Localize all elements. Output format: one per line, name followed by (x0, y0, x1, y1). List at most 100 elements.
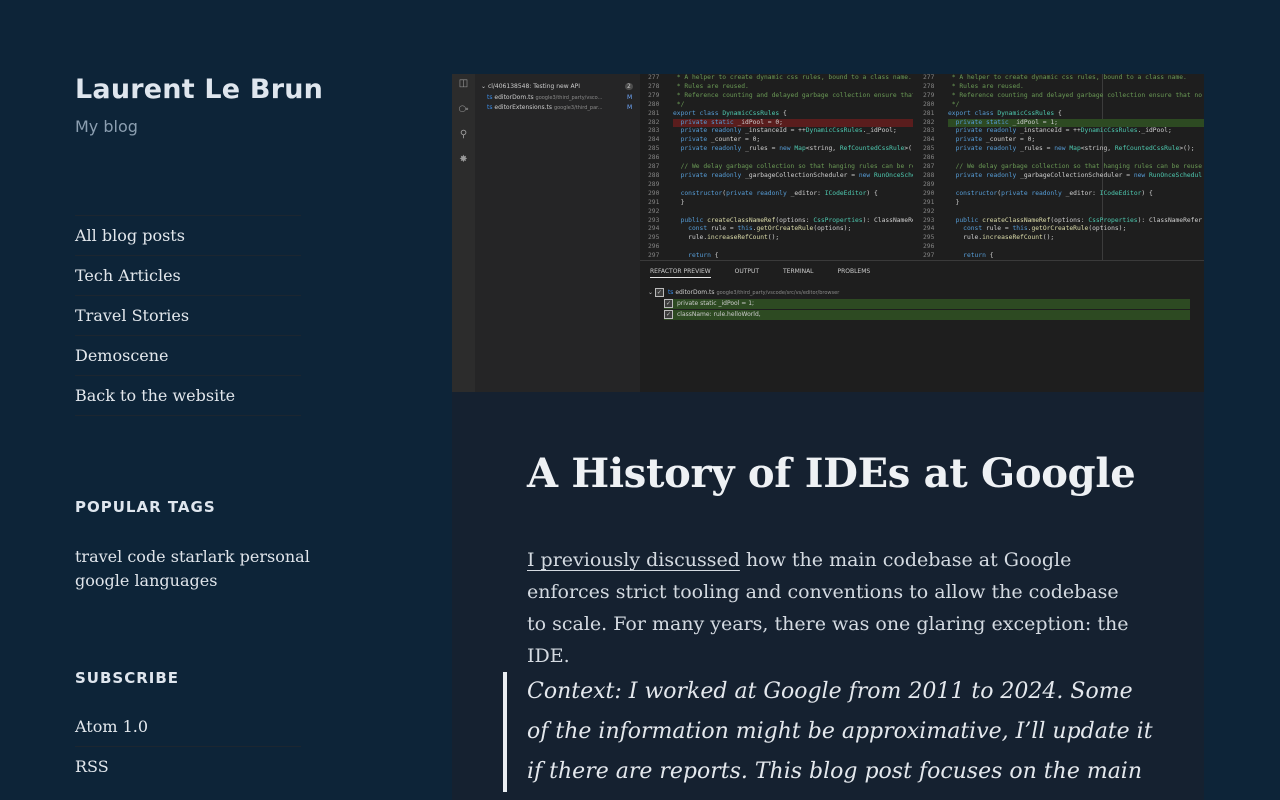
checkbox-icon[interactable]: ✓ (664, 299, 673, 308)
tag-link[interactable]: languages (134, 571, 217, 590)
nav-link-tech-articles[interactable]: Tech Articles (75, 256, 301, 296)
preview-change-row: ✓ private static _idPool = 1; (664, 299, 1190, 309)
code-line: constructor(private readonly _editor: IC… (680, 189, 878, 197)
blog-nav: All blog posts Tech Articles Travel Stor… (75, 215, 301, 416)
nav-item-all-posts: All blog posts (75, 216, 301, 256)
changed-file-row: ts editorExtensions.ts google3/third_par… (487, 104, 603, 111)
line-number: 281 (923, 109, 935, 117)
line-number: 283 (923, 127, 935, 135)
code-line: const rule = this.getOrCreateRule(option… (688, 225, 852, 233)
code-line: rule.increaseRefCount(); (948, 234, 1055, 242)
line-number: 282 (923, 118, 935, 126)
code-line: } (673, 198, 685, 206)
tab-terminal[interactable]: TERMINAL (783, 268, 814, 275)
line-number: 285 (923, 145, 935, 153)
atom-feed-link[interactable]: Atom 1.0 (75, 707, 301, 747)
code-line: private readonly _instanceId = ++Dynamic… (955, 127, 1172, 135)
line-number: 277 (648, 74, 660, 81)
code-line: private readonly _garbageCollectionSched… (680, 171, 913, 179)
line-number: 290 (923, 189, 935, 197)
preview-file-row: ⌄ ✓ ts editorDom.ts google3/third_party/v… (648, 288, 840, 297)
nav-link-demoscene[interactable]: Demoscene (75, 336, 301, 376)
code-line: export class DynamicCssRules { (948, 109, 1062, 117)
tag-link[interactable]: travel (75, 547, 122, 566)
code-line: rule.increaseRefCount(); (673, 234, 780, 242)
code-line: private readonly _garbageCollectionSched… (955, 171, 1203, 179)
explorer-icon: ◫ (458, 78, 469, 89)
line-number: 284 (923, 136, 935, 144)
line-number: 281 (648, 109, 660, 117)
checkbox-icon[interactable]: ✓ (654, 288, 664, 297)
subscribe-item-rss: RSS (75, 747, 301, 787)
left-line-numbers: 277 278 279 280 281 282 283 284 285 286 287 288 289 2… (648, 74, 659, 261)
line-number: 293 (648, 216, 660, 224)
rss-feed-link[interactable]: RSS (75, 747, 301, 787)
line-number: 288 (923, 171, 935, 179)
line-number: 296 (923, 243, 935, 251)
nav-link-all-posts[interactable]: All blog posts (75, 216, 301, 256)
preview-change-row: ✓ className: rule.helloWorld, (664, 310, 1190, 320)
code-line: * Rules are reused. (673, 82, 749, 90)
line-number: 289 (648, 180, 660, 188)
code-line: * A helper to create dynamic css rules, … (673, 74, 912, 81)
line-number: 294 (648, 225, 660, 233)
line-number: 278 (923, 82, 935, 90)
tag-link[interactable]: code (127, 547, 165, 566)
code-line: private static _idPool = 1; (948, 118, 1204, 128)
line-number: 280 (648, 100, 660, 108)
line-number: 283 (648, 127, 660, 135)
post-title: A History of IDEs at Google (527, 450, 1136, 497)
code-line: private static _idPool = 0; (673, 118, 913, 128)
nav-item-demoscene: Demoscene (75, 336, 301, 376)
code-line: export class DynamicCssRules { (673, 109, 787, 117)
line-number: 296 (648, 243, 660, 251)
code-line: private _counter = 0; (955, 136, 1036, 144)
previous-post-link[interactable]: I previously discussed (527, 549, 740, 571)
checkbox-icon[interactable]: ✓ (664, 310, 673, 319)
code-line: private readonly _rules = new Map<string… (955, 145, 1195, 153)
article: ◫ ⧂ ⚲ ✸ ⌄ cl/406138548: Testing new API … (452, 74, 1204, 800)
tag-cloud: travel code starlark personal google lan… (75, 545, 310, 593)
tag-link[interactable]: personal (240, 547, 310, 566)
nav-link-travel-stories[interactable]: Travel Stories (75, 296, 301, 336)
tab-refactor-preview[interactable]: REFACTOR PREVIEW (650, 268, 711, 278)
code-line: * Reference counting and delayed garbage… (948, 91, 1203, 99)
tab-output[interactable]: OUTPUT (735, 268, 759, 275)
debug-icon: ✸ (459, 154, 468, 165)
panel-tabs: REFACTOR PREVIEW OUTPUT TERMINAL PROBLEM… (650, 268, 892, 278)
tab-problems[interactable]: PROBLEMS (837, 268, 870, 275)
code-line: * A helper to create dynamic css rules, … (948, 74, 1187, 81)
nav-item-back-to-website: Back to the website (75, 376, 301, 416)
line-number: 280 (923, 100, 935, 108)
line-number: 292 (648, 207, 660, 215)
nav-link-back-to-website[interactable]: Back to the website (75, 376, 301, 416)
line-number: 279 (648, 91, 660, 99)
code-line: const rule = this.getOrCreateRule(option… (963, 225, 1127, 233)
line-number: 291 (648, 198, 660, 206)
line-number: 286 (923, 154, 935, 162)
line-number: 287 (648, 163, 660, 171)
changelist-label: ⌄ cl/406138548: Testing new API (481, 83, 581, 90)
file-status-badge: M (627, 104, 633, 111)
line-number: 292 (923, 207, 935, 215)
source-control-icon: ⧂ (458, 104, 469, 115)
tag-link[interactable]: google (75, 571, 129, 590)
code-line: // We delay garbage collection so that h… (948, 163, 1203, 171)
ide-activity-bar: ◫ ⧂ ⚲ ✸ (452, 74, 475, 392)
code-line: constructor(private readonly _editor: IC… (955, 189, 1153, 197)
line-number: 287 (923, 163, 935, 171)
site-title[interactable]: Laurent Le Brun (75, 74, 323, 105)
code-line: private readonly _instanceId = ++Dynamic… (680, 127, 897, 135)
line-number: 278 (648, 82, 660, 90)
code-line: // We delay garbage collection so that h… (673, 163, 913, 171)
line-number: 291 (923, 198, 935, 206)
line-number: 295 (923, 234, 935, 242)
tag-link[interactable]: starlark (171, 547, 235, 566)
search-icon: ⚲ (459, 129, 468, 140)
line-number: 284 (648, 136, 660, 144)
